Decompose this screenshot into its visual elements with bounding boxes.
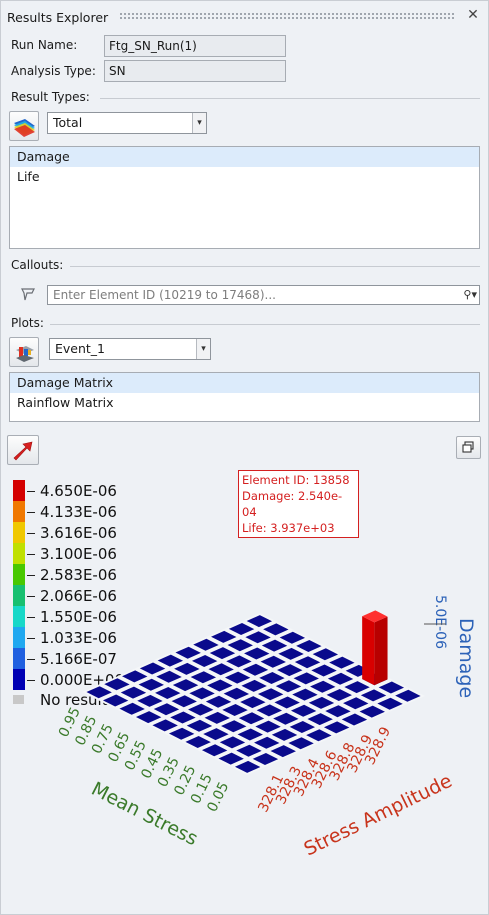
callout-damage: Damage: 2.540e-04 <box>242 489 343 519</box>
element-id-search-placeholder: Enter Element ID (10219 to 17468)... <box>53 288 276 302</box>
legend-value: 3.100E-06 <box>40 544 117 563</box>
damage-bar-side <box>362 616 375 686</box>
section-divider <box>70 266 480 267</box>
analysis-type-label: Analysis Type: <box>11 64 96 78</box>
drag-handle[interactable] <box>119 12 454 20</box>
contour-icon <box>14 119 35 137</box>
legend-value: 4.650E-06 <box>40 481 117 500</box>
detach-window-button[interactable] <box>456 436 481 459</box>
callouts-label: Callouts: <box>11 258 64 272</box>
pin-callout-icon[interactable] <box>20 285 38 303</box>
legend-tick <box>27 553 35 555</box>
close-icon[interactable]: ✕ <box>466 8 480 22</box>
legend-tick <box>27 511 35 513</box>
result-types-list[interactable]: Damage Life <box>9 146 480 249</box>
chevron-down-icon: ▾ <box>192 113 206 133</box>
run-name-field: Ftg_SN_Run(1) <box>104 35 286 57</box>
callout-element-id: Element ID: 13858 <box>242 473 350 487</box>
legend-tick <box>27 532 35 534</box>
callout-life: Life: 3.937e+03 <box>242 521 335 535</box>
result-types-label: Result Types: <box>11 90 90 104</box>
legend-value: 3.616E-06 <box>40 523 117 542</box>
arrow-up-right-icon <box>13 441 33 461</box>
legend-value: 4.133E-06 <box>40 502 117 521</box>
legend-swatch <box>13 501 25 522</box>
run-name-label: Run Name: <box>11 38 78 52</box>
element-callout: Element ID: 13858 Damage: 2.540e-04 Life… <box>238 470 359 538</box>
plot-arrow-button[interactable] <box>7 435 39 465</box>
legend-tick <box>27 490 35 492</box>
section-divider <box>50 324 480 325</box>
damage-axis-tick: 5.0E-06 <box>432 595 448 649</box>
search-icon[interactable]: ⚲▾ <box>463 287 477 303</box>
plot-type-button[interactable] <box>9 337 39 367</box>
event-combo-value: Event_1 <box>55 341 106 356</box>
event-combo[interactable]: Event_1 ▾ <box>49 338 211 360</box>
chevron-down-icon: ▾ <box>196 339 210 359</box>
damage-matrix-plot[interactable]: 0.950.850.750.650.550.450.350.250.150.05… <box>0 580 489 910</box>
legend-swatch <box>13 522 25 543</box>
contour-type-button[interactable] <box>9 111 39 141</box>
damage-bar-front <box>374 616 388 686</box>
result-type-combo-value: Total <box>53 115 83 130</box>
list-item-rainflow-matrix[interactable]: Rainflow Matrix <box>10 393 479 413</box>
popout-icon <box>462 441 474 453</box>
window-title: Results Explorer <box>7 10 109 25</box>
plots-list[interactable]: Damage Matrix Rainflow Matrix <box>9 372 480 422</box>
legend-swatch <box>13 543 25 564</box>
element-id-search-input[interactable]: Enter Element ID (10219 to 17468)... ⚲▾ <box>47 285 480 305</box>
section-divider <box>100 98 480 99</box>
plots-label: Plots: <box>11 316 44 330</box>
legend-swatch <box>13 480 25 501</box>
legend-tick <box>27 574 35 576</box>
list-item-damage[interactable]: Damage <box>10 147 479 167</box>
result-type-combo[interactable]: Total ▾ <box>47 112 207 134</box>
analysis-type-field: SN <box>104 60 286 82</box>
damage-axis-title: Damage <box>455 618 477 698</box>
list-item-damage-matrix[interactable]: Damage Matrix <box>10 373 479 393</box>
matrix-plot-icon <box>16 346 34 362</box>
list-item-life[interactable]: Life <box>10 167 479 187</box>
